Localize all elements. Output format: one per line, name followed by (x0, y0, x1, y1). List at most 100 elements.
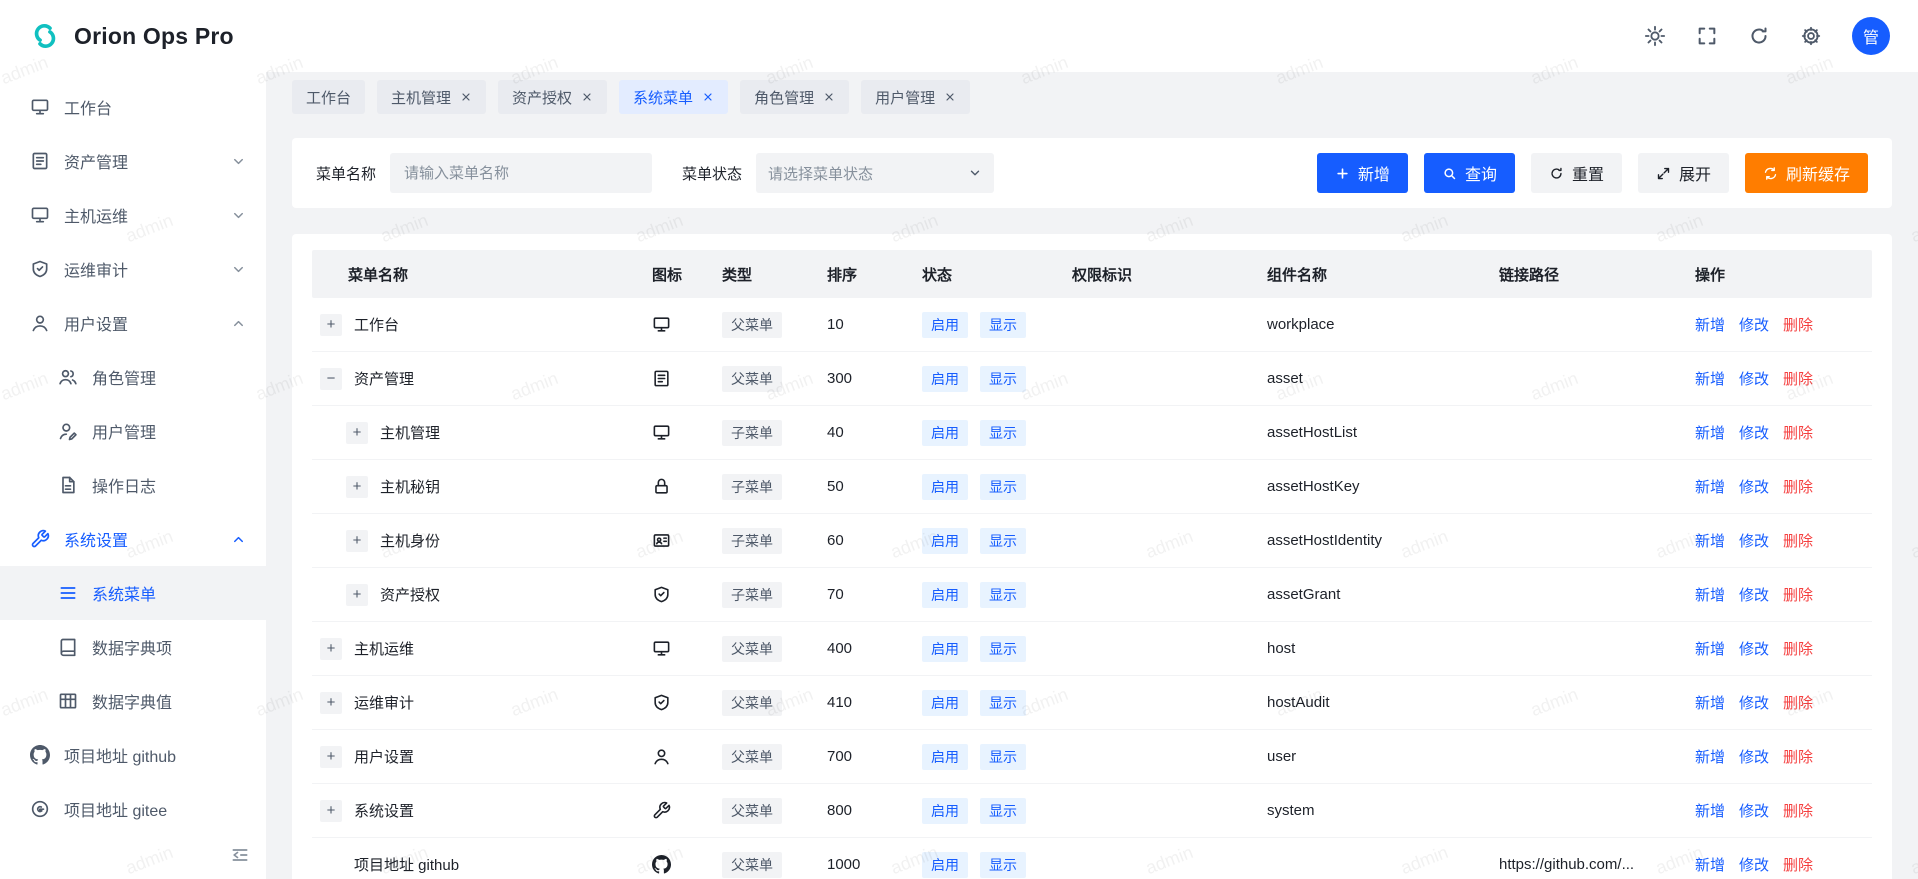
settings-gear-icon[interactable] (1800, 25, 1822, 47)
row-expander-button[interactable]: + (346, 584, 368, 606)
row-delete-link[interactable]: 删除 (1783, 368, 1813, 389)
sidebar-item-asset-management[interactable]: 资产管理 (0, 134, 266, 188)
github-icon (30, 745, 50, 765)
tab-close-icon[interactable] (823, 91, 835, 103)
status-badge: 启用 (922, 528, 968, 554)
row-expander-button[interactable]: + (346, 422, 368, 444)
row-edit-link[interactable]: 修改 (1739, 638, 1769, 659)
idcard-icon (652, 531, 671, 550)
row-edit-link[interactable]: 修改 (1739, 854, 1769, 875)
row-add-link[interactable]: 新增 (1695, 854, 1725, 875)
row-delete-link[interactable]: 删除 (1783, 638, 1813, 659)
column-header-link: 链接路径 (1499, 264, 1695, 285)
user-icon (652, 747, 671, 766)
tab-host-management[interactable]: 主机管理 (377, 80, 486, 114)
row-expander-button[interactable]: + (346, 476, 368, 498)
chevron-down-icon (231, 154, 246, 169)
row-add-link[interactable]: 新增 (1695, 314, 1725, 335)
row-add-link[interactable]: 新增 (1695, 746, 1725, 767)
row-expander-button[interactable]: + (346, 530, 368, 552)
row-edit-link[interactable]: 修改 (1739, 584, 1769, 605)
row-delete-link[interactable]: 删除 (1783, 746, 1813, 767)
tab-user-management[interactable]: 用户管理 (861, 80, 970, 114)
sidebar-item-workbench[interactable]: 工作台 (0, 80, 266, 134)
row-add-link[interactable]: 新增 (1695, 422, 1725, 443)
refresh-cache-button[interactable]: 刷新缓存 (1745, 153, 1868, 193)
sidebar-item-user-settings[interactable]: 用户设置 (0, 296, 266, 350)
menu-order: 1000 (827, 856, 922, 873)
sidebar-item-operation-log[interactable]: 操作日志 (0, 458, 266, 512)
add-button[interactable]: 新增 (1317, 153, 1408, 193)
row-delete-link[interactable]: 删除 (1783, 476, 1813, 497)
app-logo[interactable]: Orion Ops Pro (28, 19, 234, 53)
tab-close-icon[interactable] (702, 91, 714, 103)
search-button[interactable]: 查询 (1424, 153, 1515, 193)
expand-button[interactable]: 展开 (1638, 153, 1729, 193)
row-delete-link[interactable]: 删除 (1783, 854, 1813, 875)
row-expander-button[interactable]: + (320, 692, 342, 714)
row-edit-link[interactable]: 修改 (1739, 314, 1769, 335)
tab-asset-grant[interactable]: 资产授权 (498, 80, 607, 114)
menu-order: 40 (827, 424, 922, 441)
sidebar-item-github-link[interactable]: 项目地址 github (0, 728, 266, 782)
sidebar-item-system-settings[interactable]: 系统设置 (0, 512, 266, 566)
row-edit-link[interactable]: 修改 (1739, 422, 1769, 443)
chevron-up-icon (231, 532, 246, 547)
row-edit-link[interactable]: 修改 (1739, 530, 1769, 551)
tab-workbench[interactable]: 工作台 (292, 80, 365, 114)
sidebar-item-dict-keys[interactable]: 数据字典项 (0, 620, 266, 674)
sidebar-item-ops-audit[interactable]: 运维审计 (0, 242, 266, 296)
reset-button[interactable]: 重置 (1531, 153, 1622, 193)
theme-toggle-icon[interactable] (1644, 25, 1666, 47)
row-delete-link[interactable]: 删除 (1783, 692, 1813, 713)
tab-close-icon[interactable] (460, 91, 472, 103)
display-badge: 显示 (980, 366, 1026, 392)
row-delete-link[interactable]: 删除 (1783, 584, 1813, 605)
fullscreen-icon[interactable] (1696, 25, 1718, 47)
row-expander-button[interactable]: + (320, 638, 342, 660)
menu-order: 60 (827, 532, 922, 549)
menu-name: 用户设置 (354, 746, 414, 767)
menu-name-input[interactable] (390, 153, 652, 193)
sidebar-item-system-menu[interactable]: 系统菜单 (0, 566, 266, 620)
row-delete-link[interactable]: 删除 (1783, 422, 1813, 443)
tab-close-icon[interactable] (581, 91, 593, 103)
row-delete-link[interactable]: 删除 (1783, 800, 1813, 821)
row-add-link[interactable]: 新增 (1695, 692, 1725, 713)
row-edit-link[interactable]: 修改 (1739, 800, 1769, 821)
row-expander-button[interactable]: + (320, 746, 342, 768)
menu-type-badge: 父菜单 (722, 312, 782, 338)
row-edit-link[interactable]: 修改 (1739, 746, 1769, 767)
menu-status-select[interactable]: 请选择菜单状态 (756, 153, 994, 193)
row-add-link[interactable]: 新增 (1695, 800, 1725, 821)
sidebar-item-dict-values[interactable]: 数据字典值 (0, 674, 266, 728)
row-edit-link[interactable]: 修改 (1739, 368, 1769, 389)
sidebar-item-host-ops[interactable]: 主机运维 (0, 188, 266, 242)
tab-role-management[interactable]: 角色管理 (740, 80, 849, 114)
refresh-icon[interactable] (1748, 25, 1770, 47)
row-add-link[interactable]: 新增 (1695, 530, 1725, 551)
row-delete-link[interactable]: 删除 (1783, 314, 1813, 335)
row-delete-link[interactable]: 删除 (1783, 530, 1813, 551)
menu-order: 10 (827, 316, 922, 333)
column-header-component: 组件名称 (1267, 264, 1499, 285)
tab-close-icon[interactable] (944, 91, 956, 103)
row-expander-button[interactable]: + (320, 800, 342, 822)
tab-system-menu[interactable]: 系统菜单 (619, 80, 728, 114)
row-edit-link[interactable]: 修改 (1739, 476, 1769, 497)
user-avatar[interactable]: 管 (1852, 17, 1890, 55)
row-add-link[interactable]: 新增 (1695, 584, 1725, 605)
status-badge: 启用 (922, 366, 968, 392)
row-expander-button[interactable]: + (320, 314, 342, 336)
shield-icon (652, 585, 671, 604)
sidebar-item-user-management[interactable]: 用户管理 (0, 404, 266, 458)
row-edit-link[interactable]: 修改 (1739, 692, 1769, 713)
row-add-link[interactable]: 新增 (1695, 638, 1725, 659)
sidebar-item-role-management[interactable]: 角色管理 (0, 350, 266, 404)
sidebar-item-gitee-link[interactable]: 项目地址 gitee (0, 782, 266, 836)
row-expander-button[interactable]: − (320, 368, 342, 390)
row-add-link[interactable]: 新增 (1695, 368, 1725, 389)
row-add-link[interactable]: 新增 (1695, 476, 1725, 497)
status-badge: 启用 (922, 636, 968, 662)
sidebar-collapse-icon[interactable] (230, 845, 250, 865)
